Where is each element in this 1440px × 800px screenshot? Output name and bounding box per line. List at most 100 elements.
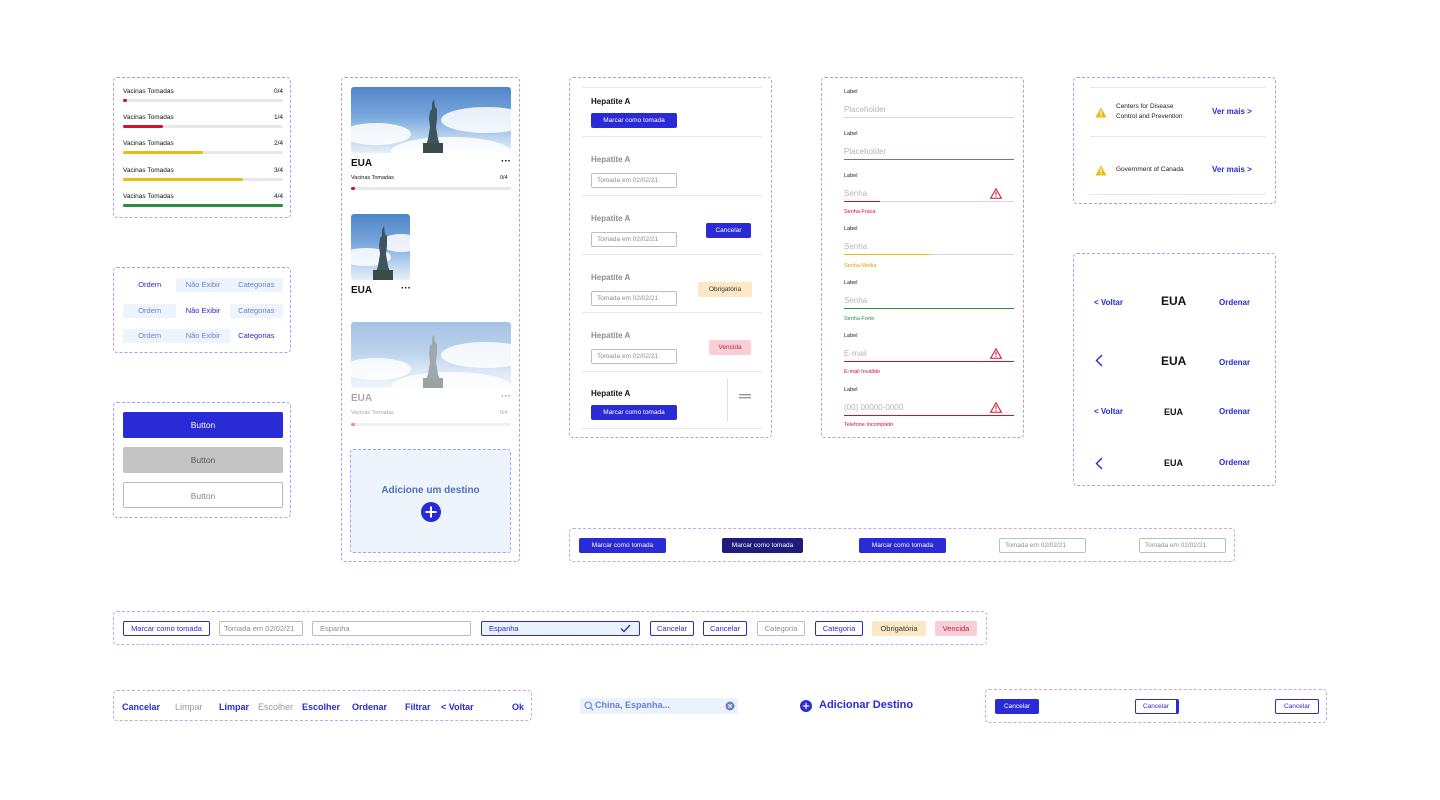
sort-link[interactable]: Ordenar	[1219, 458, 1250, 467]
sort-link[interactable]: Ordenar	[1219, 298, 1250, 307]
mark-taken-outline-button[interactable]: Marcar como tomada	[123, 621, 210, 636]
taken-date-chip: Tomada em 02/02/21	[591, 232, 677, 247]
vaccine-name: Hepatite A	[591, 331, 631, 340]
password-field[interactable]: Senha	[844, 186, 1014, 202]
drag-handle-icon[interactable]	[739, 393, 751, 401]
progress-track	[123, 125, 283, 128]
segment-nao-exibir[interactable]: Não Exibir	[176, 304, 230, 318]
cancel-button[interactable]: Cancelar	[706, 223, 751, 238]
add-destination-card[interactable]: Adicione um destino	[350, 449, 511, 553]
progress-frame: Vacinas Tomadas 0/4 Vacinas Tomadas 1/4 …	[113, 77, 291, 218]
progress-track	[123, 204, 283, 207]
card-title: EUA	[351, 393, 373, 404]
text-field-focused[interactable]: Placeholder	[844, 144, 1014, 160]
back-link[interactable]: < Voltar	[1094, 407, 1123, 416]
mark-taken-button-pressed[interactable]: Marcar como tomada	[722, 538, 803, 553]
taken-date-chip: Tomada em 02/02/21	[1139, 538, 1226, 553]
header-title: EUA	[1164, 407, 1184, 417]
progress-count: 1/4	[273, 114, 283, 121]
chevron-left-icon[interactable]	[1095, 457, 1103, 470]
password-field[interactable]: Senha	[844, 293, 1014, 309]
segment-ordem[interactable]: Ordem	[123, 304, 176, 318]
disabled-button[interactable]: Button	[123, 447, 283, 473]
sort-link[interactable]: Ordenar	[1219, 407, 1250, 416]
segment-ordem[interactable]: Ordem	[123, 278, 177, 292]
warning-icon	[990, 188, 1002, 199]
cancel-button[interactable]: Cancelar	[650, 621, 694, 636]
category-chip[interactable]: Categoria	[757, 621, 805, 636]
see-more-link[interactable]: Ver mais >	[1212, 165, 1252, 174]
text-field[interactable]: Placeholder	[844, 102, 1014, 118]
vaccine-row: Hepatite A Tomada em 02/02/21 Cancelar	[582, 195, 762, 254]
taken-date-chip: Tomada em 02/02/21	[591, 291, 677, 306]
segmented-control: Ordem Não Exibir Categorias	[123, 278, 283, 292]
see-more-link[interactable]: Ver mais >	[1212, 107, 1252, 116]
segment-ordem[interactable]: Ordem	[123, 329, 176, 343]
destination-image[interactable]	[351, 87, 511, 153]
progress-row: Vacinas Tomadas 4/4	[123, 193, 283, 215]
cancel-button-focused[interactable]: Cancelar	[1135, 699, 1179, 714]
password-field[interactable]: Senha	[844, 239, 1014, 255]
statue-of-liberty-icon	[423, 99, 443, 153]
header-title: EUA	[1161, 294, 1187, 308]
progress-fill	[123, 125, 163, 128]
filter-link[interactable]: Filtrar	[405, 702, 431, 712]
progress-fill	[123, 204, 283, 207]
text-links-frame: Cancelar Limpar Limpar Escolher Escolher…	[113, 690, 532, 721]
email-field[interactable]: E-mail	[844, 346, 1014, 362]
clear-link-disabled[interactable]: Limpar	[175, 702, 203, 712]
cancel-button-outline[interactable]: Cancelar	[1275, 699, 1319, 714]
destination-image[interactable]	[351, 214, 410, 280]
country-select-selected[interactable]: Espanha	[481, 621, 640, 636]
more-icon[interactable]: ···	[401, 283, 411, 294]
statue-of-liberty-icon	[423, 334, 443, 388]
search-bar[interactable]: China, Espanha...	[580, 698, 738, 714]
mark-taken-button[interactable]: Marcar como tomada	[579, 538, 666, 553]
primary-button[interactable]: Button	[123, 412, 283, 438]
search-input[interactable]: China, Espanha...	[595, 700, 670, 710]
progress-fill	[123, 178, 243, 181]
category-chip-selected[interactable]: Categoria	[815, 621, 863, 636]
vaccine-name: Hepatite A	[591, 97, 631, 106]
progress-fill	[123, 99, 127, 102]
choose-link-disabled[interactable]: Escolher	[258, 702, 293, 712]
mark-taken-button[interactable]: Marcar como tomada	[591, 405, 677, 420]
warning-icon	[1095, 107, 1107, 118]
cancel-link[interactable]: Cancelar	[122, 702, 160, 712]
vaccine-name: Hepatite A	[591, 155, 631, 164]
segment-categorias[interactable]: Categorias	[230, 278, 283, 292]
add-destination-button[interactable]: Adicionar Destino	[800, 698, 940, 714]
more-icon[interactable]: ···	[501, 391, 511, 402]
outline-button[interactable]: Button	[123, 482, 283, 508]
sort-link[interactable]: Ordenar	[1219, 358, 1250, 367]
choose-link[interactable]: Escolher	[302, 702, 340, 712]
buttons-frame: Button Button Button	[113, 402, 291, 518]
destination-image[interactable]	[351, 322, 511, 388]
segment-nao-exibir[interactable]: Não Exibir	[176, 329, 229, 343]
more-icon[interactable]: ···	[501, 156, 511, 167]
sort-link[interactable]: Ordenar	[352, 702, 387, 712]
segmented-frame: Ordem Não Exibir Categorias Ordem Não Ex…	[113, 267, 291, 353]
add-destination-label: Adicione um destino	[381, 485, 480, 496]
clear-icon[interactable]	[725, 701, 735, 711]
segment-categorias[interactable]: Categorias	[230, 304, 283, 318]
cancel-buttons-frame: Cancelar Cancelar Cancelar	[985, 689, 1327, 723]
chevron-left-icon[interactable]	[1095, 354, 1103, 367]
cancel-button[interactable]: Cancelar	[995, 699, 1039, 714]
back-link[interactable]: < Voltar	[441, 702, 474, 712]
clear-link[interactable]: Limpar	[219, 702, 249, 712]
cancel-button[interactable]: Cancelar	[703, 621, 747, 636]
back-link[interactable]: < Voltar	[1094, 298, 1123, 307]
mark-taken-button[interactable]: Marcar como tomada	[591, 113, 677, 128]
card-progress-label: Vacinas Tomadas	[351, 175, 394, 181]
phone-field[interactable]: (00) 00000-0000	[844, 400, 1014, 416]
taken-date-chip: Tomada em 02/02/21	[219, 621, 303, 636]
progress-row: Vacinas Tomadas 0/4	[123, 88, 283, 110]
mark-taken-button-hover[interactable]: Marcar como tomada	[859, 538, 946, 553]
segment-categorias[interactable]: Categorias	[229, 329, 283, 343]
segment-nao-exibir[interactable]: Não Exibir	[176, 278, 229, 292]
progress-count: 3/4	[273, 167, 283, 174]
ok-link[interactable]: Ok	[512, 702, 524, 712]
country-select[interactable]: Espanha	[312, 621, 471, 636]
plus-circle-icon[interactable]	[421, 502, 441, 522]
